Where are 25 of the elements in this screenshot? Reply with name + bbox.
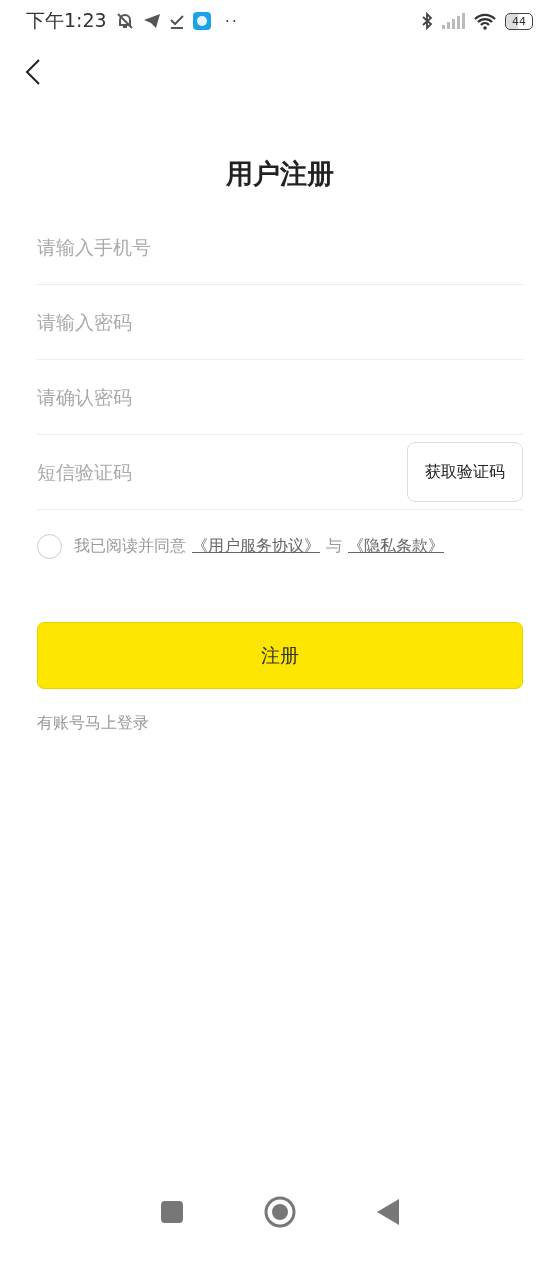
muted-bell-icon (114, 12, 135, 30)
status-time: 下午1:23 (26, 8, 107, 33)
checkmark-icon (168, 13, 185, 29)
conjunction-text: 与 (326, 535, 342, 557)
agreement-text: 我已阅读并同意 (74, 535, 186, 557)
battery-indicator: 44 (505, 12, 533, 30)
home-icon[interactable] (263, 1196, 296, 1228)
signal-icon (441, 13, 465, 29)
back-icon[interactable] (24, 58, 42, 86)
more-indicator: ·· (224, 11, 239, 31)
bluetooth-icon (421, 12, 433, 30)
input-field[interactable]: 请确认密码 (37, 386, 523, 408)
input-field[interactable]: 请输入密码 (37, 311, 523, 333)
register-button[interactable]: 注册 (37, 622, 523, 689)
recents-icon[interactable] (160, 1201, 183, 1223)
privacy-policy-link[interactable]: 《隐私条款》 (348, 535, 444, 557)
input-field[interactable]: 请输入手机号 (37, 236, 523, 258)
paper-plane-icon (142, 13, 161, 29)
input-field[interactable]: 短信验证码 (37, 461, 407, 483)
wifi-icon (473, 12, 497, 30)
page-title: 用户注册 (224, 157, 335, 191)
app-icon (192, 12, 211, 30)
service-agreement-link[interactable]: 《用户服务协议》 (192, 535, 320, 557)
back-nav-icon[interactable] (376, 1199, 399, 1225)
get-code-button[interactable]: 获取验证码 (407, 442, 523, 502)
